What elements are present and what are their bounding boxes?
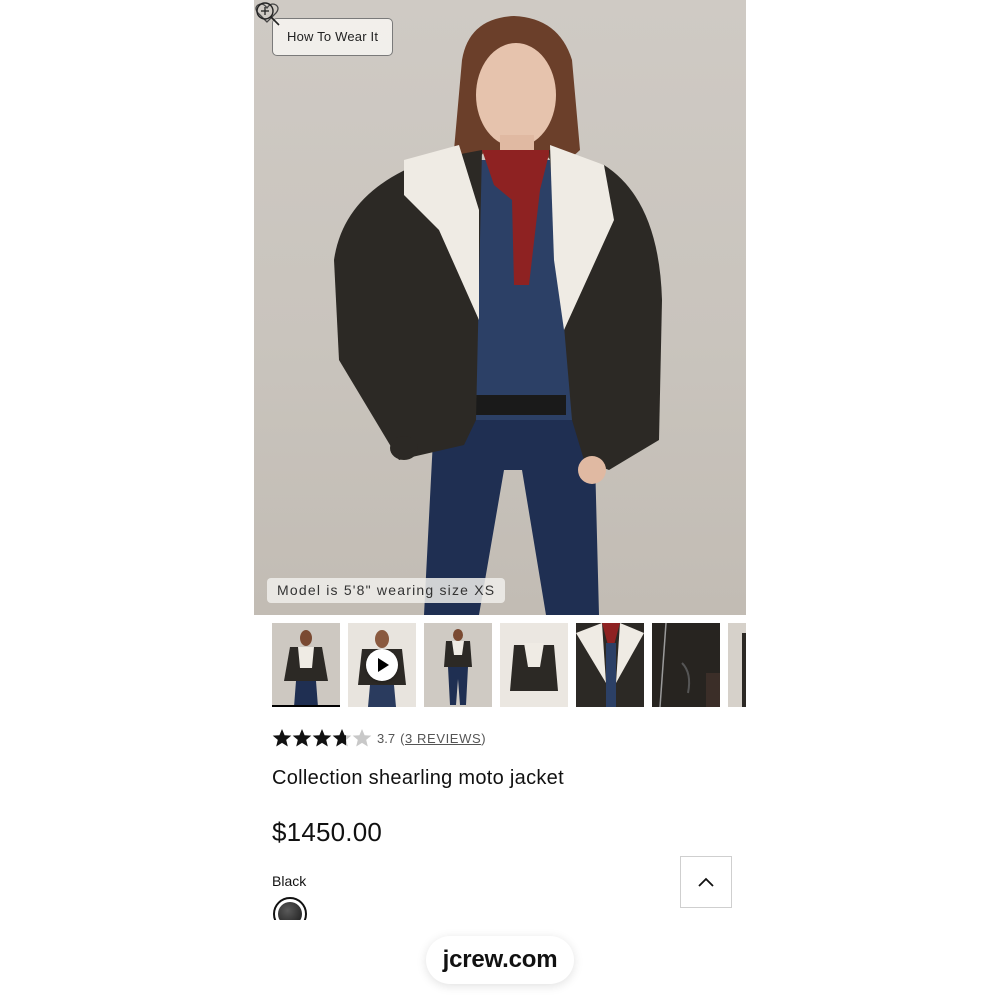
thumbnail-image <box>424 623 492 707</box>
star-full-icon <box>272 729 292 747</box>
thumbnail-image <box>576 623 644 707</box>
thumbnail-image <box>272 623 340 707</box>
star-full-icon <box>312 729 332 747</box>
how-to-wear-it-button[interactable]: How To Wear It <box>272 18 394 56</box>
model-size-info: Model is 5'8" wearing size XS <box>267 578 506 603</box>
product-price: $1450.00 <box>272 817 383 847</box>
back-to-top-button[interactable] <box>680 856 732 908</box>
thumbnail-image <box>500 623 568 707</box>
star-partial-icon <box>332 729 352 747</box>
thumbnail-strip <box>272 623 746 709</box>
star-rating <box>272 728 372 748</box>
thumbnail-7[interactable] <box>728 623 746 707</box>
star-full-icon <box>292 729 312 747</box>
reviews-link[interactable]: (3 REVIEWS) <box>400 731 486 746</box>
thumbnail-image <box>728 623 746 707</box>
viewport-cutoff <box>254 920 374 940</box>
thumbnail-3[interactable] <box>424 623 492 707</box>
play-icon[interactable] <box>366 649 398 681</box>
product-page: How To Wear It Model is 5'8" wearing siz… <box>0 0 1000 1000</box>
thumbnail-2-video[interactable] <box>348 623 416 707</box>
color-label: Black <box>272 873 307 889</box>
thumbnail-5[interactable] <box>576 623 644 707</box>
product-hero-image[interactable]: How To Wear It Model is 5'8" wearing siz… <box>254 0 746 615</box>
product-title: Collection shearling moto jacket <box>272 767 564 789</box>
reviews-count-text[interactable]: 3 REVIEWS <box>405 731 481 746</box>
thumbnail-1[interactable] <box>272 623 340 707</box>
model-photo <box>334 16 662 615</box>
thumbnail-4[interactable] <box>500 623 568 707</box>
reviews-paren-close: ) <box>481 730 487 746</box>
rating-value: 3.7 <box>377 730 396 746</box>
thumbnail-6[interactable] <box>652 623 720 707</box>
zoom-in-icon[interactable] <box>254 0 282 28</box>
rating-summary: 3.7 (3 REVIEWS) <box>272 726 486 750</box>
thumbnail-image <box>652 623 720 707</box>
star-empty-icon <box>352 729 372 747</box>
chevron-up-icon <box>698 877 714 887</box>
browser-url-pill[interactable]: jcrew.com <box>426 936 574 984</box>
